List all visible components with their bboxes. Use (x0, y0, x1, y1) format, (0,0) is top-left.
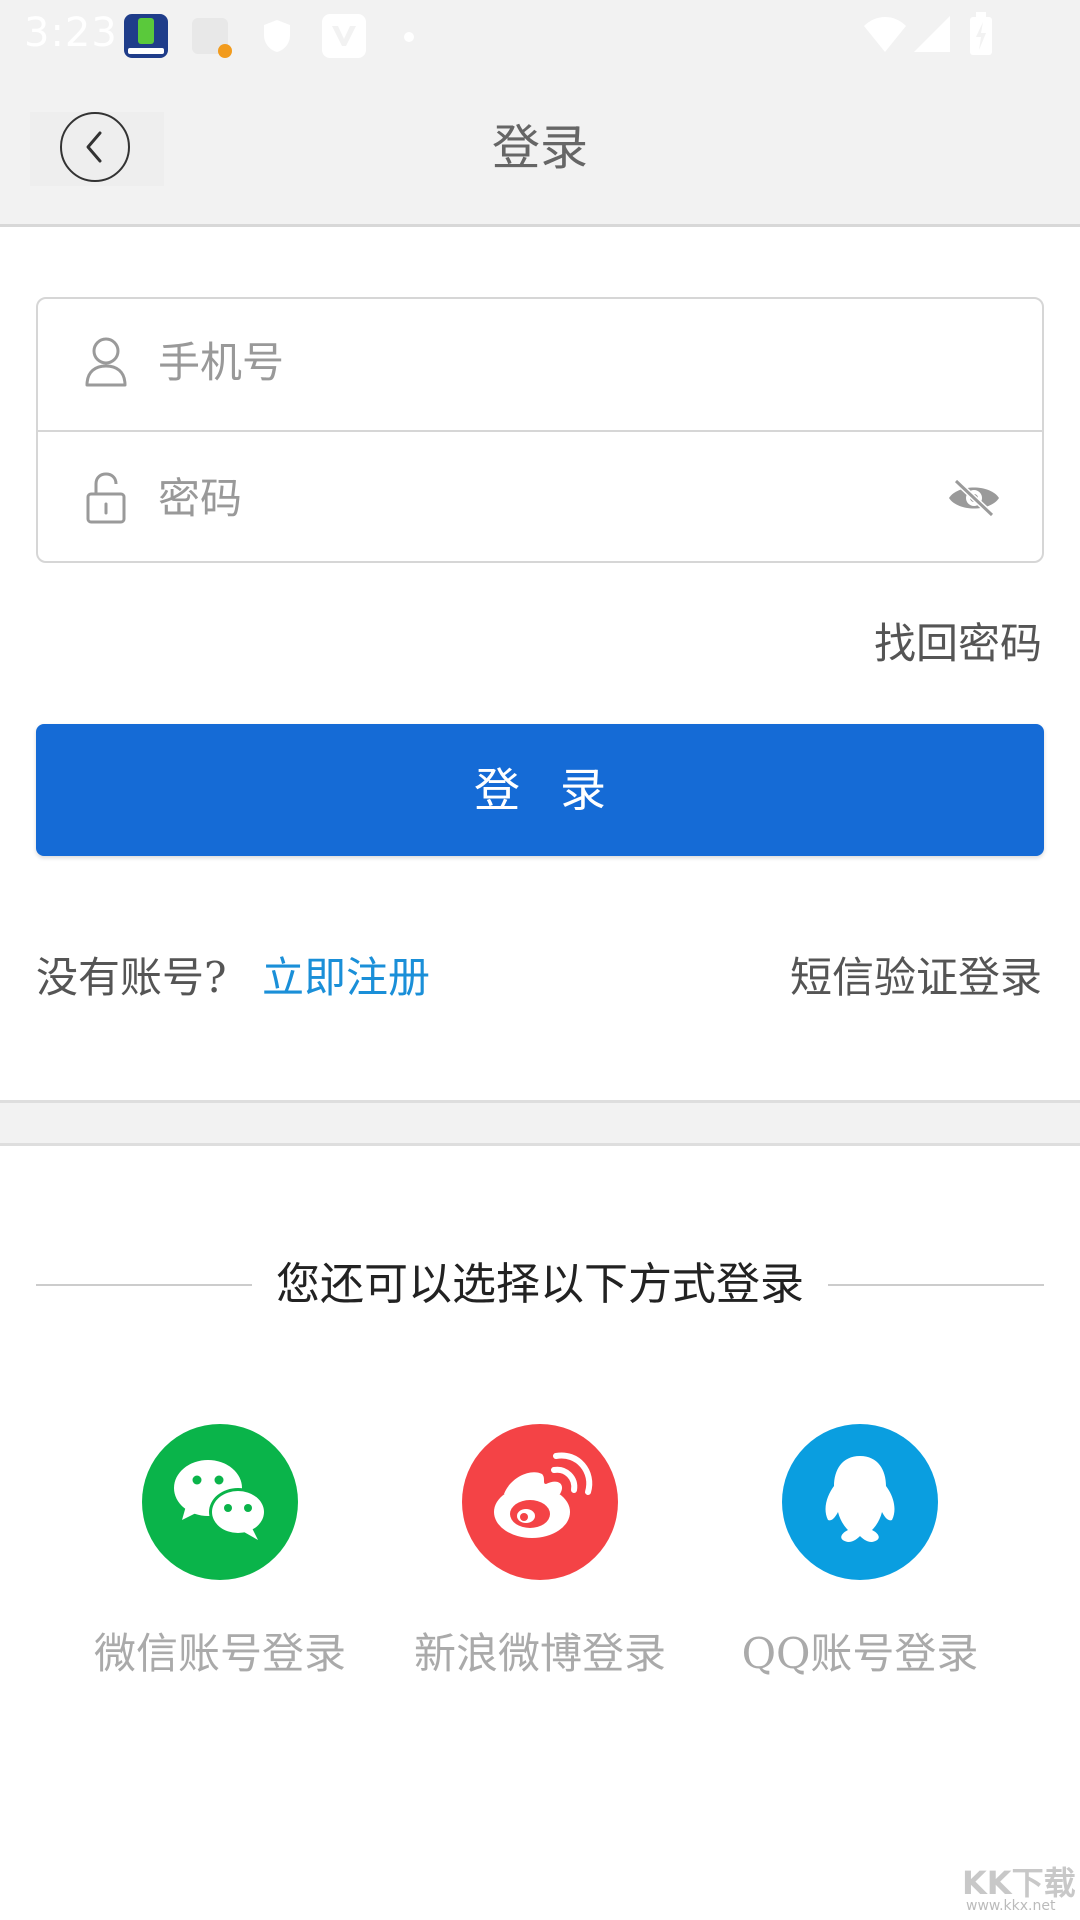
sms-login-link[interactable]: 短信验证登录 (790, 950, 1042, 1006)
more-notifications-dot (404, 32, 414, 42)
divider-line-right (828, 1284, 1044, 1286)
signal-icon (912, 14, 952, 58)
page-title: 登录 (491, 120, 588, 176)
section-divider (0, 1100, 1080, 1146)
forgot-password-link[interactable]: 找回密码 (874, 616, 1042, 672)
eye-off-icon[interactable] (946, 478, 1002, 522)
qq-icon (825, 1456, 895, 1542)
weibo-login-button[interactable] (462, 1424, 618, 1580)
no-account-prompt: 没有账号? (36, 953, 227, 1002)
shield-icon (262, 18, 292, 58)
weibo-icon (494, 1452, 593, 1538)
user-icon (84, 336, 128, 392)
qq-login-button[interactable] (782, 1424, 938, 1580)
form-divider (38, 430, 1042, 432)
notification-icon (192, 18, 232, 58)
status-time: 3:23 (24, 10, 118, 56)
app-notification-icon (124, 14, 168, 58)
password-input[interactable] (158, 468, 918, 528)
login-button[interactable]: 登录 (36, 724, 1044, 856)
wechat-login-button[interactable] (142, 1424, 298, 1580)
wifi-icon (862, 14, 908, 58)
watermark-url: www.kkx.net (966, 1898, 1056, 1914)
weibo-login-label[interactable]: 新浪微博登录 (380, 1626, 700, 1682)
phone-input[interactable] (158, 332, 918, 392)
divider-line-left (36, 1284, 252, 1286)
lock-icon (84, 472, 128, 528)
qq-login-label[interactable]: QQ账号登录 (700, 1626, 1020, 1682)
wechat-icon (174, 1460, 267, 1540)
other-login-title: 您还可以选择以下方式登录 (276, 1259, 804, 1310)
battery-icon (968, 12, 994, 60)
wechat-login-label[interactable]: 微信账号登录 (60, 1626, 380, 1682)
register-link[interactable]: 立即注册 (262, 950, 430, 1006)
vpn-app-icon (322, 14, 366, 58)
